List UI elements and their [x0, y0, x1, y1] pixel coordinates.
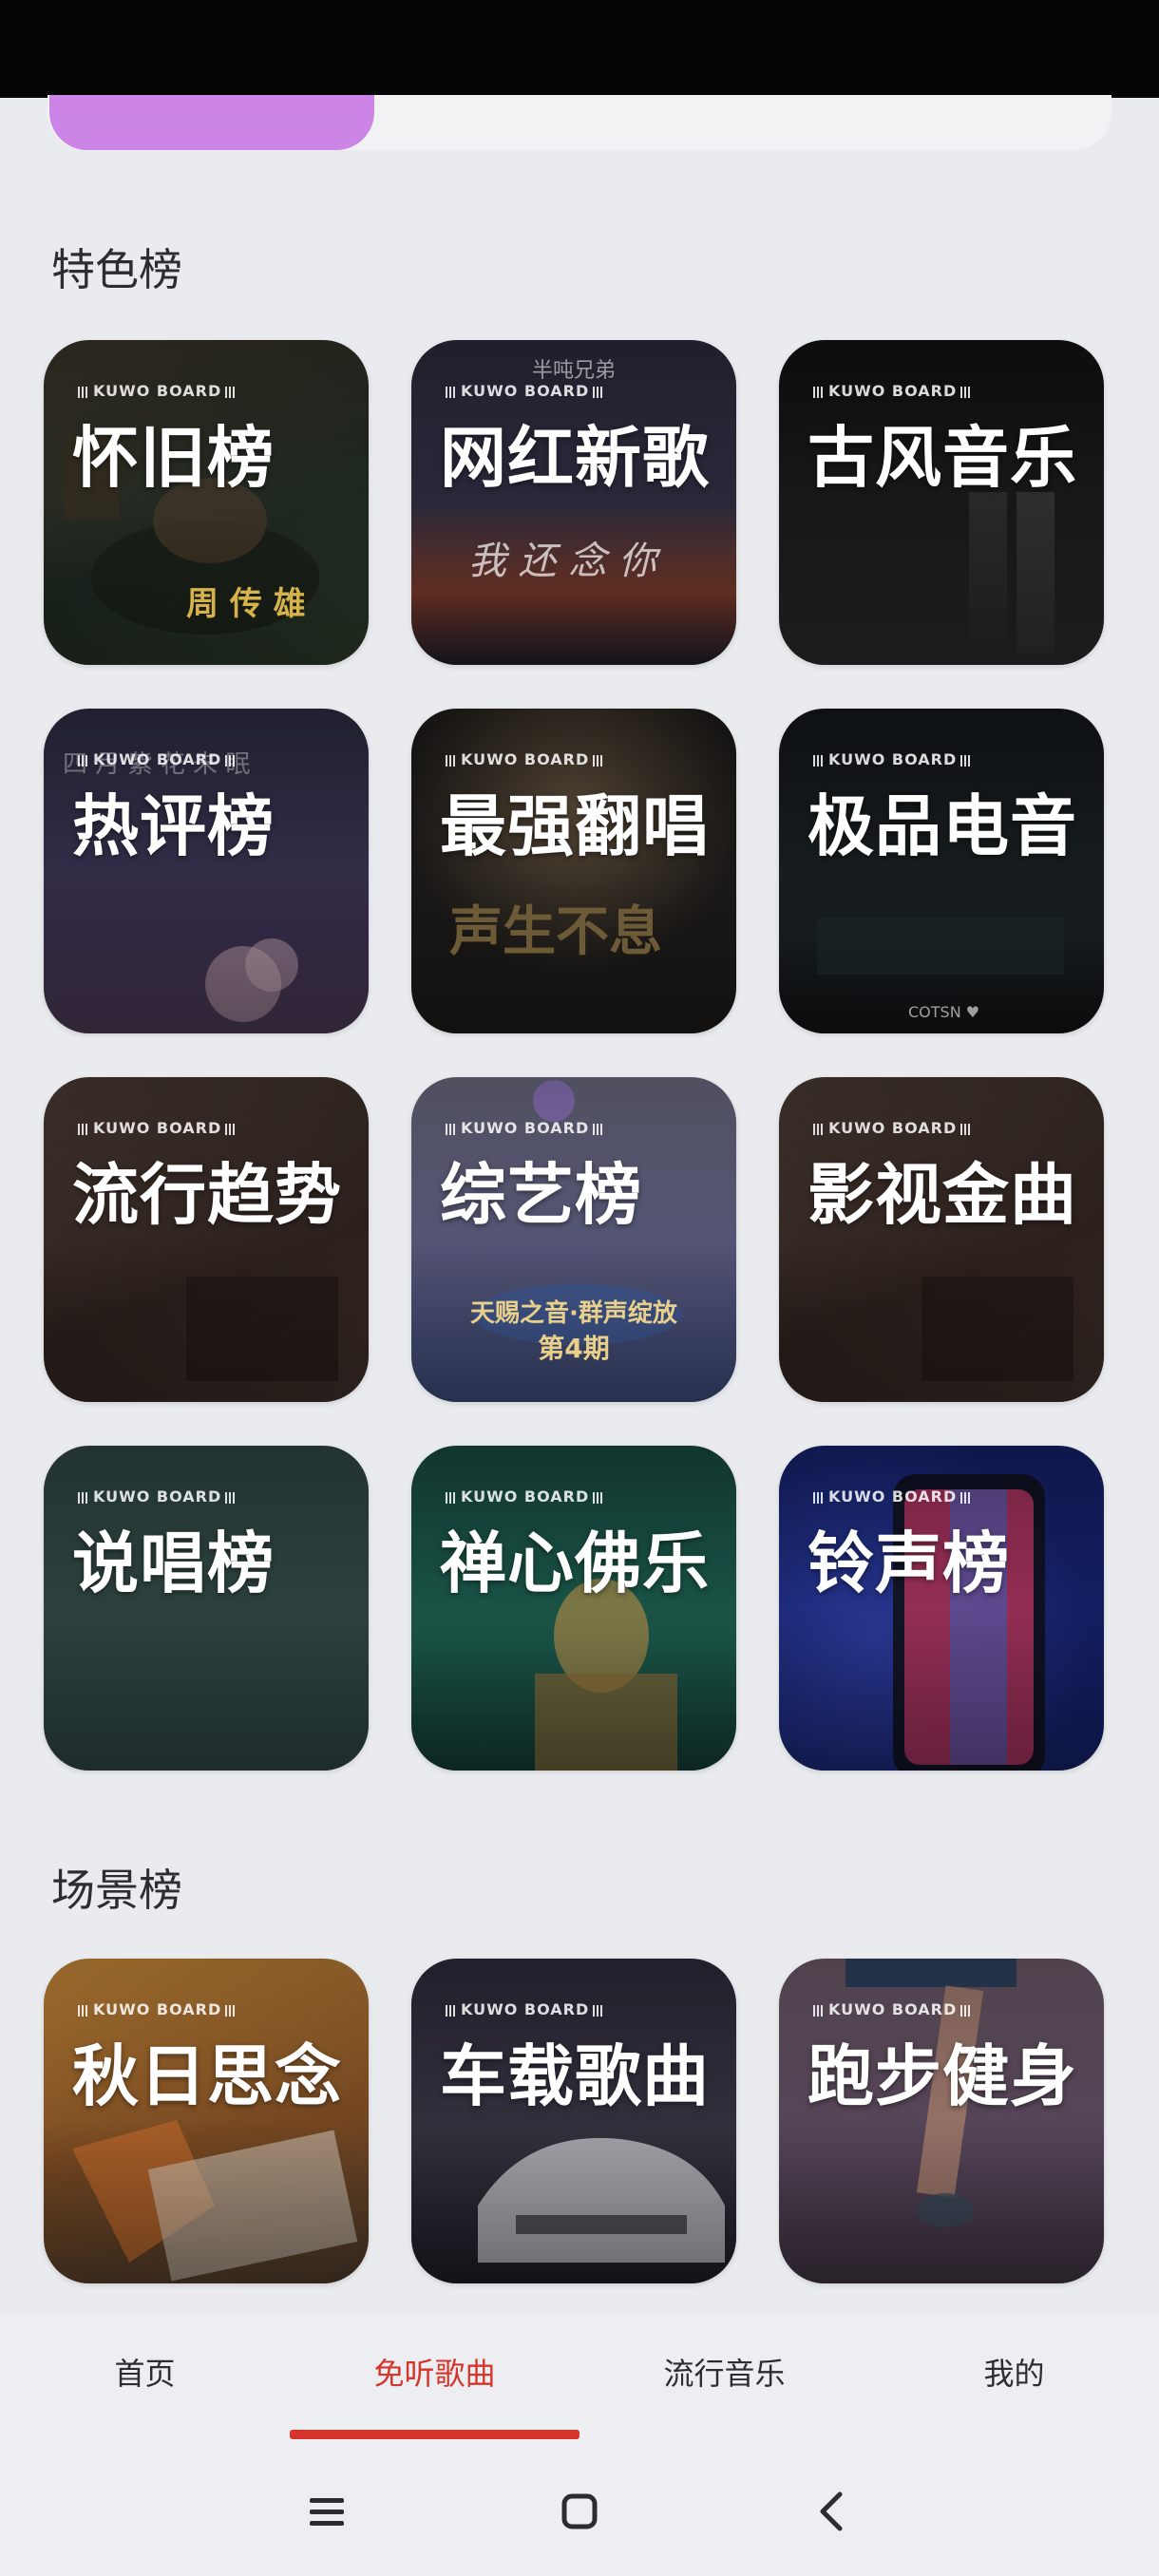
chart-card-best-covers[interactable]: KUWO BOARD 最强翻唱 声生不息	[411, 709, 736, 1033]
system-nav-bar	[0, 2447, 1159, 2576]
kuwo-board-tag: KUWO BOARD	[74, 1487, 240, 1506]
kuwo-board-tag: KUWO BOARD	[442, 1487, 608, 1506]
chart-card-nostalgia[interactable]: KUWO BOARD 怀旧榜 周 传 雄	[44, 340, 369, 665]
kuwo-board-tag: KUWO BOARD	[442, 750, 608, 768]
chart-card-premium-edm[interactable]: KUWO BOARD 极品电音 COTSN ♥	[779, 709, 1104, 1033]
card-title: 古风音乐	[808, 419, 1077, 497]
kuwo-board-tag: KUWO BOARD	[809, 382, 976, 400]
top-banner-pill[interactable]	[49, 95, 374, 150]
chart-card-rap[interactable]: KUWO BOARD 说唱榜	[44, 1446, 369, 1771]
card-caption: 周 传 雄	[186, 585, 306, 623]
active-tab-indicator	[290, 2430, 580, 2439]
nav-tab-home[interactable]: 首页	[0, 2350, 290, 2394]
kuwo-board-tag: KUWO BOARD	[442, 1119, 608, 1137]
card-title: 车载歌曲	[440, 2037, 710, 2115]
card-top-caption: 半吨兄弟	[531, 359, 616, 383]
scene-card-autumn[interactable]: KUWO BOARD 秋日思念	[44, 1959, 369, 2283]
card-title: 最强翻唱	[440, 787, 710, 865]
card-title: 网红新歌	[440, 419, 710, 497]
kuwo-board-tag: KUWO BOARD	[442, 2000, 608, 2018]
kuwo-board-tag: KUWO BOARD	[442, 382, 608, 400]
kuwo-board-tag: KUWO BOARD	[809, 750, 976, 768]
home-icon[interactable]	[553, 2485, 606, 2538]
chart-card-hot-comments[interactable]: 四 月 紫 花 未 眠 KUWO BOARD 热评榜	[44, 709, 369, 1033]
card-title: 怀旧榜	[72, 419, 275, 497]
card-caption: 我 还 念 你	[468, 540, 657, 583]
card-title: 禅心佛乐	[440, 1525, 710, 1602]
card-title: 综艺榜	[440, 1156, 642, 1234]
section-title-scene: 场景榜	[51, 1865, 182, 1916]
card-subcaption: 第4期	[538, 1333, 610, 1364]
chart-card-ancient-style[interactable]: KUWO BOARD 古风音乐	[779, 340, 1104, 665]
section-title-featured: 特色榜	[51, 244, 182, 295]
card-title: 影视金曲	[808, 1156, 1077, 1234]
card-title: 铃声榜	[808, 1525, 1010, 1602]
card-caption: 声生不息	[449, 900, 662, 963]
kuwo-board-tag: KUWO BOARD	[74, 1119, 240, 1137]
scene-card-driving[interactable]: KUWO BOARD 车载歌曲	[411, 1959, 736, 2283]
nav-tab-pop-music[interactable]: 流行音乐	[580, 2350, 869, 2394]
card-title: 极品电音	[808, 787, 1077, 865]
card-title: 秋日思念	[72, 2037, 342, 2115]
kuwo-board-tag: KUWO BOARD	[809, 1119, 976, 1137]
card-title: 说唱榜	[72, 1525, 275, 1602]
chart-card-film-tv[interactable]: KUWO BOARD 影视金曲	[779, 1077, 1104, 1402]
chart-card-ringtones[interactable]: KUWO BOARD 铃声榜	[779, 1446, 1104, 1771]
chart-card-zen-music[interactable]: KUWO BOARD 禅心佛乐	[411, 1446, 736, 1771]
kuwo-board-tag: KUWO BOARD	[74, 2000, 240, 2018]
kuwo-board-tag: KUWO BOARD	[809, 1487, 976, 1506]
kuwo-board-tag: KUWO BOARD	[74, 382, 240, 400]
nav-tab-mine[interactable]: 我的	[869, 2350, 1159, 2394]
kuwo-board-tag: KUWO BOARD	[74, 750, 240, 768]
bottom-nav: 首页 免听歌曲 流行音乐 我的	[0, 2314, 1159, 2447]
kuwo-board-tag: KUWO BOARD	[809, 2000, 976, 2018]
chart-card-pop-trends[interactable]: KUWO BOARD 流行趋势	[44, 1077, 369, 1402]
card-title: 跑步健身	[808, 2037, 1077, 2115]
menu-icon[interactable]	[300, 2485, 353, 2538]
card-caption: 天赐之音·群声绽放	[470, 1299, 677, 1328]
status-bar	[0, 0, 1159, 98]
back-icon[interactable]	[806, 2485, 859, 2538]
card-bottom-caption: COTSN ♥	[908, 1003, 980, 1021]
scene-card-running[interactable]: KUWO BOARD 跑步健身	[779, 1959, 1104, 2283]
card-title: 流行趋势	[72, 1156, 342, 1234]
card-title: 热评榜	[72, 787, 275, 865]
nav-tab-free-songs[interactable]: 免听歌曲	[290, 2350, 580, 2394]
chart-card-viral-new[interactable]: 半吨兄弟 KUWO BOARD 网红新歌 我 还 念 你	[411, 340, 736, 665]
chart-card-variety[interactable]: KUWO BOARD 综艺榜 天赐之音·群声绽放 第4期	[411, 1077, 736, 1402]
